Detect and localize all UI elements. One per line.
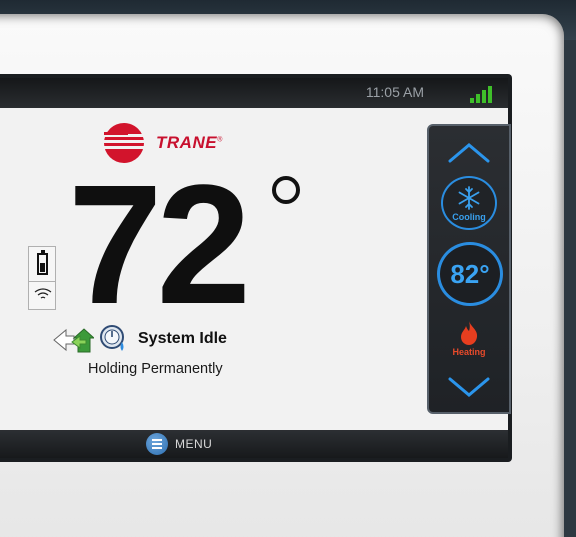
menu-button[interactable]: MENU — [146, 433, 212, 455]
menu-label: MENU — [175, 437, 213, 451]
hold-status-text: Holding Permanently — [88, 361, 223, 377]
snowflake-icon — [458, 185, 480, 210]
increase-setpoint-button[interactable] — [447, 142, 491, 164]
current-temperature: 72 — [68, 150, 251, 340]
humidity-gauge-icon — [100, 325, 124, 351]
menu-icon — [146, 433, 168, 455]
wifi-icon — [34, 288, 52, 299]
heating-mode-button[interactable]: Heating — [441, 320, 497, 364]
system-status[interactable]: System Idle — [52, 324, 227, 354]
thermostat-device: 11:05 AM TRANE® 72 System Idle Holding P… — [0, 14, 564, 537]
device-status-box[interactable] — [28, 246, 56, 310]
signal-strength-icon — [470, 86, 492, 103]
bottom-bar: MENU — [0, 430, 508, 458]
cooling-mode-button[interactable]: Cooling — [441, 176, 497, 230]
setpoint-value: 82° — [450, 258, 490, 289]
battery-icon — [37, 250, 48, 275]
home-away-icon — [53, 328, 94, 353]
chevron-up-icon — [448, 143, 490, 163]
degree-symbol — [272, 176, 300, 204]
status-bar: 11:05 AM — [0, 78, 508, 108]
flame-icon — [461, 321, 478, 345]
cooling-label: Cooling — [452, 211, 486, 222]
setpoint-control-panel: Cooling 82° Heating — [427, 124, 511, 414]
divider — [29, 281, 55, 282]
clock: 11:05 AM — [365, 84, 424, 100]
system-status-text: System Idle — [138, 330, 227, 347]
heating-label: Heating — [452, 347, 486, 357]
decrease-setpoint-button[interactable] — [447, 376, 491, 398]
chevron-down-icon — [448, 377, 490, 397]
setpoint-display[interactable]: 82° — [437, 242, 503, 306]
